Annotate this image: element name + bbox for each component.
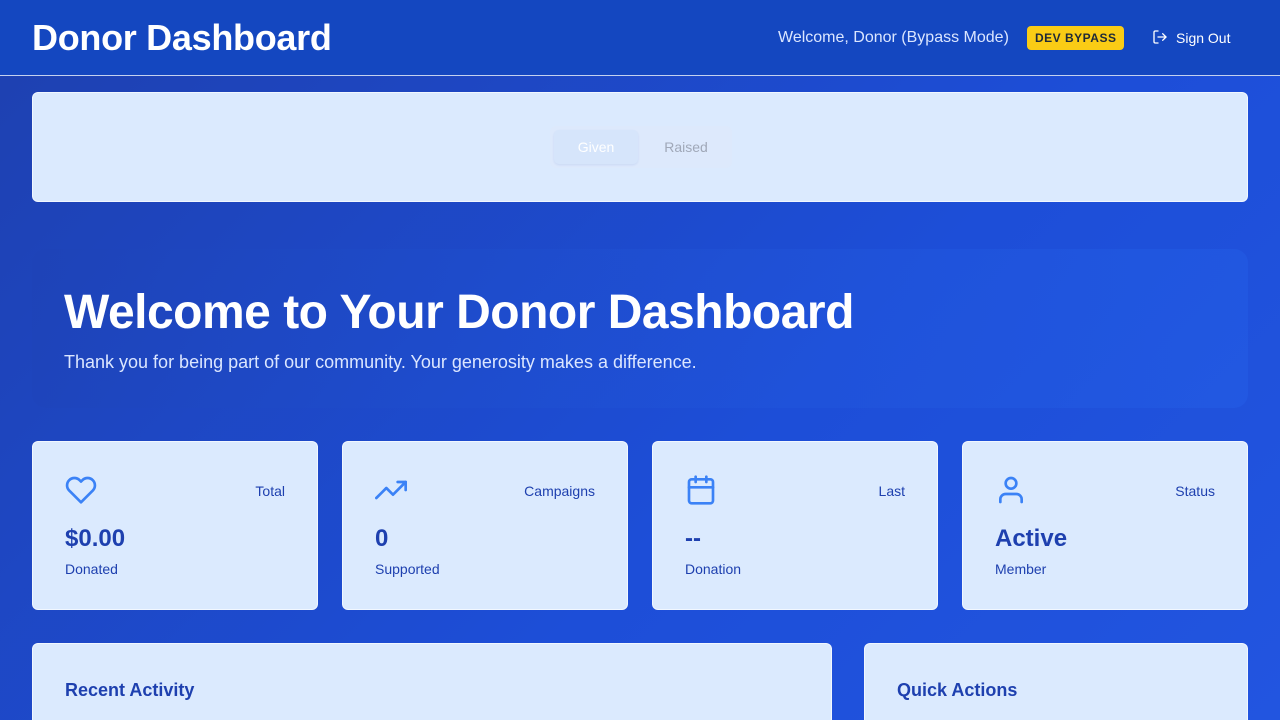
tab-raised[interactable]: Raised xyxy=(644,130,728,164)
dev-bypass-badge: DEV BYPASS xyxy=(1027,26,1125,50)
hero-title: Welcome to Your Donor Dashboard xyxy=(64,286,854,339)
quick-actions-title: Quick Actions xyxy=(897,680,1018,700)
tab-given[interactable]: Given xyxy=(554,130,638,164)
stat-label: Last xyxy=(878,483,905,499)
recent-activity-title: Recent Activity xyxy=(65,680,195,700)
stat-caption: Donation xyxy=(685,561,742,577)
top-header: Donor Dashboard Welcome, Donor (Bypass M… xyxy=(0,0,1280,76)
page-title: Donor Dashboard xyxy=(32,17,332,58)
recent-activity-panel: Recent Activity xyxy=(32,643,832,720)
stat-caption: Supported xyxy=(375,561,440,577)
welcome-user-text: Welcome, Donor (Bypass Mode) xyxy=(778,29,1009,46)
heart-icon xyxy=(65,474,97,506)
user-icon xyxy=(995,474,1027,506)
sign-out-button[interactable]: Sign Out xyxy=(1152,27,1230,49)
stat-caption: Member xyxy=(995,561,1047,577)
stat-caption: Donated xyxy=(65,561,118,577)
stat-card-total-donated: Total $0.00 Donated xyxy=(32,441,318,610)
stat-card-last-donation: Last -- Donation xyxy=(652,441,938,610)
sign-out-icon xyxy=(1152,29,1168,48)
stat-label: Status xyxy=(1175,483,1215,499)
welcome-hero: Welcome to Your Donor Dashboard Thank yo… xyxy=(32,249,1248,408)
trending-up-icon xyxy=(375,474,407,506)
sign-out-label: Sign Out xyxy=(1176,30,1231,46)
stat-value: -- xyxy=(685,525,701,552)
stat-value: 0 xyxy=(375,525,389,552)
stat-value: Active xyxy=(995,525,1068,552)
calendar-icon xyxy=(685,474,717,506)
view-toggle-tabs: Given Raised xyxy=(550,126,732,168)
stat-card-campaigns-supported: Campaigns 0 Supported xyxy=(342,441,628,610)
stat-label: Total xyxy=(255,483,285,499)
quick-actions-panel: Quick Actions xyxy=(864,643,1248,720)
view-toggle-card: Given Raised xyxy=(32,92,1248,202)
stat-label: Campaigns xyxy=(524,483,595,499)
stat-value: $0.00 xyxy=(65,525,126,552)
hero-subtitle: Thank you for being part of our communit… xyxy=(64,352,697,372)
stat-card-member-status: Status Active Member xyxy=(962,441,1248,610)
